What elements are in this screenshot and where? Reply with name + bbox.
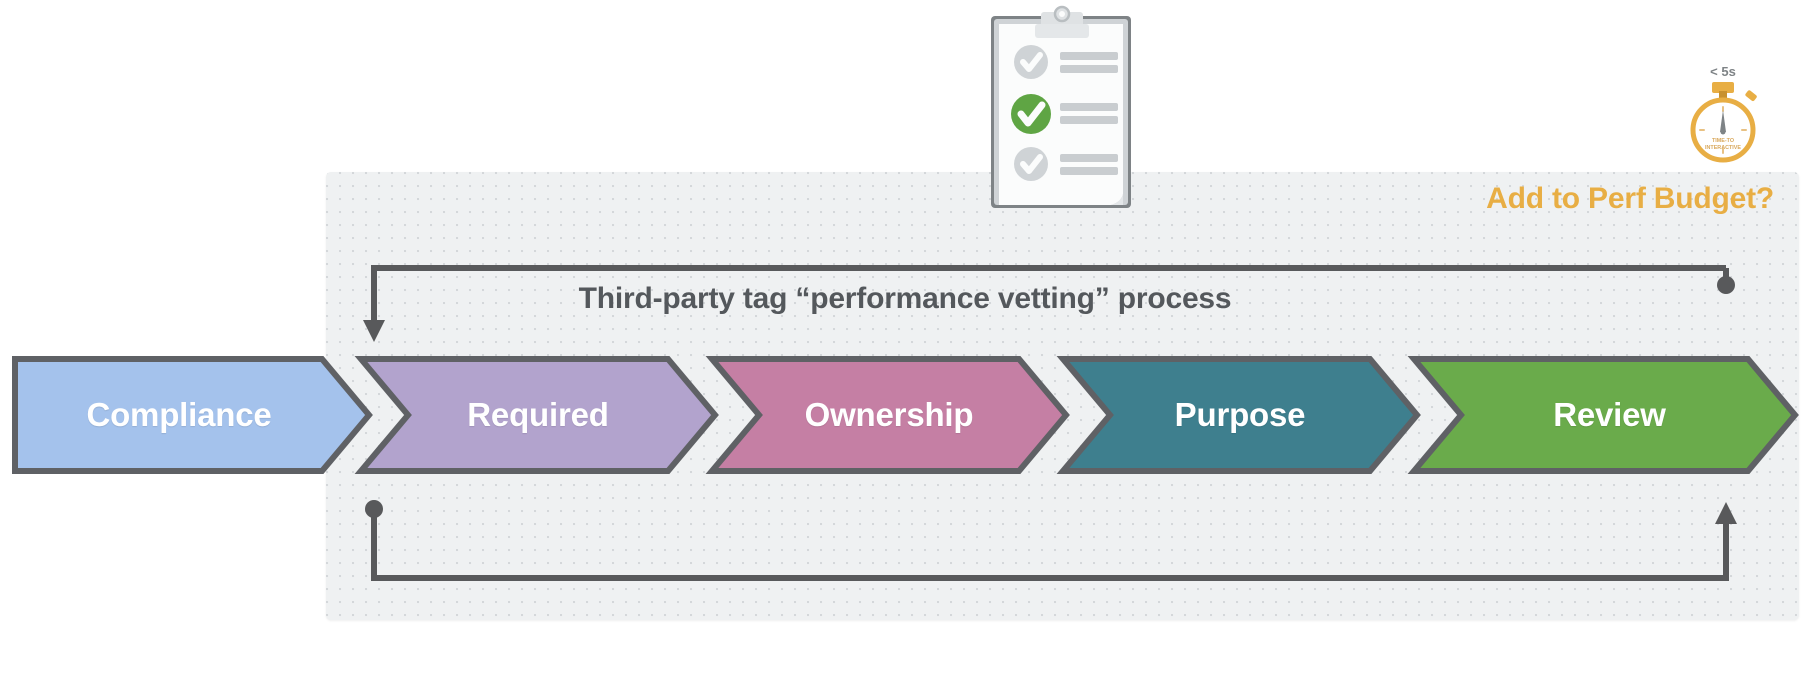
process-stage-row: Compliance Required Ownership Purpose Re	[0, 356, 1810, 474]
stopwatch-face-line-2: INTERACTIVE	[1705, 145, 1741, 151]
process-title: Third-party tag “performance vetting” pr…	[0, 282, 1810, 316]
stopwatch-badge-label: < 5s	[1710, 64, 1736, 79]
stage-required[interactable]: Required	[358, 356, 718, 474]
stage-label: Ownership	[804, 396, 974, 433]
stage-ownership[interactable]: Ownership	[709, 356, 1069, 474]
diagram-canvas: TIME-TO INTERACTIVE < 5s Add to Perf Bud…	[0, 0, 1810, 690]
stage-label: Purpose	[1174, 396, 1306, 433]
stopwatch-face-line-1: TIME-TO	[1712, 138, 1734, 144]
process-title-text: Third-party tag “performance vetting” pr…	[578, 282, 1232, 315]
stopwatch-icon: TIME-TO INTERACTIVE < 5s	[1668, 62, 1778, 167]
stage-compliance[interactable]: Compliance	[12, 356, 372, 474]
add-to-perf-budget-label: Add to Perf Budget?	[1486, 182, 1774, 215]
stage-label: Required	[467, 396, 609, 433]
stage-label: Compliance	[86, 396, 272, 433]
stage-purpose[interactable]: Purpose	[1060, 356, 1420, 474]
stage-review[interactable]: Review	[1411, 356, 1798, 474]
clipboard-icon	[985, 2, 1137, 224]
stage-label: Review	[1553, 396, 1666, 433]
